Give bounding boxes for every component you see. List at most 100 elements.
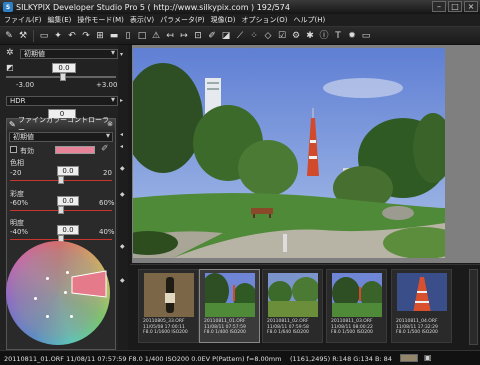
brightness-value-field[interactable]: 0.0 <box>57 225 79 235</box>
gear-icon[interactable]: ✱ <box>304 30 316 42</box>
hue-min-label: -20 <box>10 169 22 177</box>
enabled-checkbox[interactable] <box>10 146 17 153</box>
hue-slider-handle[interactable] <box>58 176 64 184</box>
view-single-icon[interactable]: ▬ <box>108 30 120 42</box>
brush-icon[interactable]: ⟋ <box>234 30 246 42</box>
spot-icon[interactable]: ⁘ <box>248 30 260 42</box>
status-info: 20110811_01.ORF 11/08/11 07:57:59 F8.0 1… <box>4 355 282 363</box>
hue-max-label: 20 <box>103 169 112 177</box>
exposure-slider-handle[interactable] <box>60 73 66 81</box>
brightness-max-label: 40% <box>99 228 115 236</box>
check-icon[interactable]: ☑ <box>276 30 288 42</box>
saturation-value-field[interactable]: 0.0 <box>57 196 79 206</box>
thumbnail-selected[interactable]: 20110811_01.ORF 11/08/11 07:57:59 F8.0 1… <box>199 269 260 343</box>
saturation-slider-handle[interactable] <box>58 206 64 214</box>
wheel-control-point[interactable] <box>46 277 49 280</box>
exposure-min-label: -3.00 <box>16 81 35 89</box>
warning-icon[interactable]: ⚠ <box>150 30 162 42</box>
menu-bar: ファイル(F) 編集(E) 操作モード(M) 表示(V) パラメータ(P) 現像… <box>0 14 480 27</box>
wrench-tab-icon[interactable]: ⚒ <box>17 30 29 42</box>
settings-gear-icon[interactable]: ✲ <box>6 48 14 58</box>
view-full-icon[interactable]: □ <box>136 30 148 42</box>
thumbnail-image <box>144 273 194 317</box>
collapse-arrow-icon[interactable]: ◂ <box>120 131 123 138</box>
thumbnail[interactable]: 20110811_04.ORF 11/08/11 17:32:29 F8.0 1… <box>391 269 452 343</box>
menu-develop[interactable]: 現像(D) <box>211 15 236 25</box>
saturation-label: 彩度 <box>10 190 24 198</box>
menu-parameter[interactable]: パラメータ(P) <box>160 15 204 25</box>
preview-image[interactable] <box>133 48 445 258</box>
fine-color-controller-title: ファインカラーコントローラー <box>7 116 115 134</box>
hdr-dropdown[interactable]: HDR <box>6 96 118 106</box>
enabled-label: 有効 <box>20 147 34 155</box>
menu-file[interactable]: ファイル(F) <box>4 15 42 25</box>
panel-side-strip: ▾ ▸ ◂ ◂ ◆ ◆ ◆ ◆ <box>118 45 128 350</box>
exposure-value-field[interactable]: 0.0 <box>52 63 76 73</box>
wheel-control-point[interactable] <box>64 291 67 294</box>
collapse-arrow-icon[interactable]: ◆ <box>120 277 125 284</box>
collapse-arrow-icon[interactable]: ▸ <box>120 97 123 104</box>
exposure-icon: ◩ <box>6 63 14 72</box>
wheel-control-point[interactable] <box>46 315 49 318</box>
wheel-control-point[interactable] <box>70 315 73 318</box>
redo-icon[interactable]: ↷ <box>80 30 92 42</box>
monitor-icon[interactable]: ▭ <box>360 30 372 42</box>
info-icon[interactable]: ⓘ <box>318 30 330 42</box>
selected-hue-range[interactable] <box>71 270 107 298</box>
status-icon[interactable]: ▣ <box>424 353 432 362</box>
hammer-icon[interactable]: T <box>332 30 344 42</box>
collapse-arrow-icon[interactable]: ▾ <box>120 51 123 58</box>
view-grid-icon[interactable]: ⊞ <box>94 30 106 42</box>
window-title: SILKYPIX Developer Studio Pro 5 ( http:/… <box>16 2 290 12</box>
collapse-arrow-icon[interactable]: ◂ <box>120 143 123 150</box>
panel-close-icon[interactable]: ⊗ <box>107 120 113 128</box>
color-wheel[interactable] <box>6 241 110 345</box>
rotate-right-icon[interactable]: ↦ <box>178 30 190 42</box>
hue-value-field[interactable]: 0.0 <box>57 166 79 176</box>
menu-mode[interactable]: 操作モード(M) <box>77 15 124 25</box>
collapse-arrow-icon[interactable]: ◆ <box>120 243 125 250</box>
minimize-button[interactable]: – <box>432 1 446 12</box>
menu-edit[interactable]: 編集(E) <box>48 15 72 25</box>
menu-view[interactable]: 表示(V) <box>130 15 154 25</box>
tag-icon[interactable]: ◇ <box>262 30 274 42</box>
wheel-control-point[interactable] <box>66 271 69 274</box>
menu-help[interactable]: ヘルプ(H) <box>294 15 326 25</box>
thumbnail-caption: 20110811_03.ORF 11/08/11 08:00:22 F8.0 1… <box>331 319 373 335</box>
view-compare-icon[interactable]: ▯ <box>122 30 134 42</box>
thumbnail-caption: 20110811_01.ORF 11/08/11 07:57:59 F8.0 1… <box>204 319 246 335</box>
rotate-left-icon[interactable]: ↤ <box>164 30 176 42</box>
pen-tab-icon[interactable]: ✎ <box>3 30 15 42</box>
menu-options[interactable]: オプション(O) <box>242 15 288 25</box>
wheel-control-point[interactable] <box>34 297 37 300</box>
eyedropper-icon[interactable]: ✐ <box>101 144 109 154</box>
thumbnail-image <box>268 273 318 317</box>
target-color-swatch[interactable] <box>55 146 95 154</box>
thumbnail[interactable]: 20110811_03.ORF 11/08/11 08:00:22 F8.0 1… <box>326 269 387 343</box>
thumbnail[interactable]: 20110811_02.ORF 11/08/11 07:59:58 F8.0 1… <box>262 269 323 343</box>
settings-icon[interactable]: ⚙ <box>290 30 302 42</box>
color-wheel-selection <box>71 270 107 298</box>
saturation-min-label: -60% <box>10 199 29 207</box>
window-controls: – □ × <box>432 1 478 12</box>
thumbnail-image <box>397 273 447 317</box>
undo-icon[interactable]: ↶ <box>66 30 78 42</box>
maximize-button[interactable]: □ <box>448 1 462 12</box>
stamp-icon[interactable]: ✦ <box>52 30 64 42</box>
color-sample-swatch <box>400 354 418 362</box>
thumbnail[interactable]: 20110805_33.ORF 11/05/08 17:00:11 F8.0 1… <box>138 269 199 343</box>
crop-icon[interactable]: ⊡ <box>192 30 204 42</box>
pen-icon: ✎ <box>9 120 16 129</box>
tone-icon[interactable]: ◪ <box>220 30 232 42</box>
thumbnail-caption: 20110811_04.ORF 11/08/11 17:32:29 F8.0 1… <box>396 319 438 335</box>
collapse-arrow-icon[interactable]: ◆ <box>120 191 125 198</box>
color-preset-dropdown[interactable]: 初期値 <box>9 132 113 142</box>
close-button[interactable]: × <box>464 1 478 12</box>
sun-icon[interactable]: ✹ <box>346 30 358 42</box>
hue-label: 色相 <box>10 159 24 167</box>
collapse-arrow-icon[interactable]: ◆ <box>120 165 125 172</box>
folder-icon[interactable]: ▭ <box>38 30 50 42</box>
dropper-icon[interactable]: ✐ <box>206 30 218 42</box>
filmstrip-scrollbar[interactable] <box>469 269 478 345</box>
preset-dropdown[interactable]: 初期値 <box>20 49 118 59</box>
